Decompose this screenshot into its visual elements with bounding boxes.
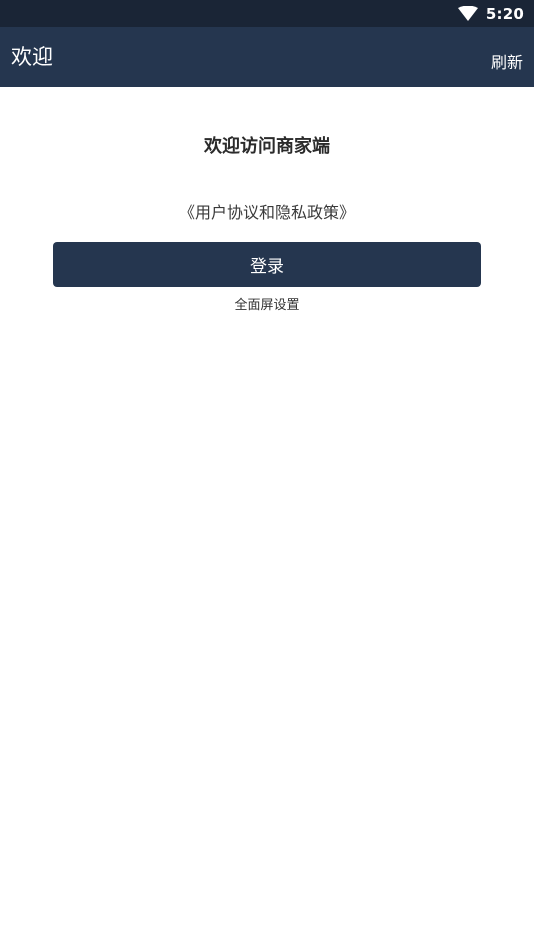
refresh-button[interactable]: 刷新 <box>491 27 523 87</box>
login-button-label: 登录 <box>250 257 284 277</box>
login-button[interactable]: 登录 <box>53 242 481 287</box>
welcome-heading: 欢迎访问商家端 <box>204 136 330 157</box>
app-title: 欢迎 <box>11 45 53 69</box>
status-bar: 5:20 <box>0 0 534 27</box>
status-time: 5:20 <box>485 4 524 23</box>
privacy-policy-link[interactable]: 《用户协议和隐私政策》 <box>0 199 534 223</box>
status-icons: 5:20 <box>457 0 524 27</box>
wifi-icon <box>457 5 478 22</box>
app-bar: 欢迎 刷新 <box>0 27 534 87</box>
fullscreen-settings-link[interactable]: 全面屏设置 <box>0 294 534 313</box>
